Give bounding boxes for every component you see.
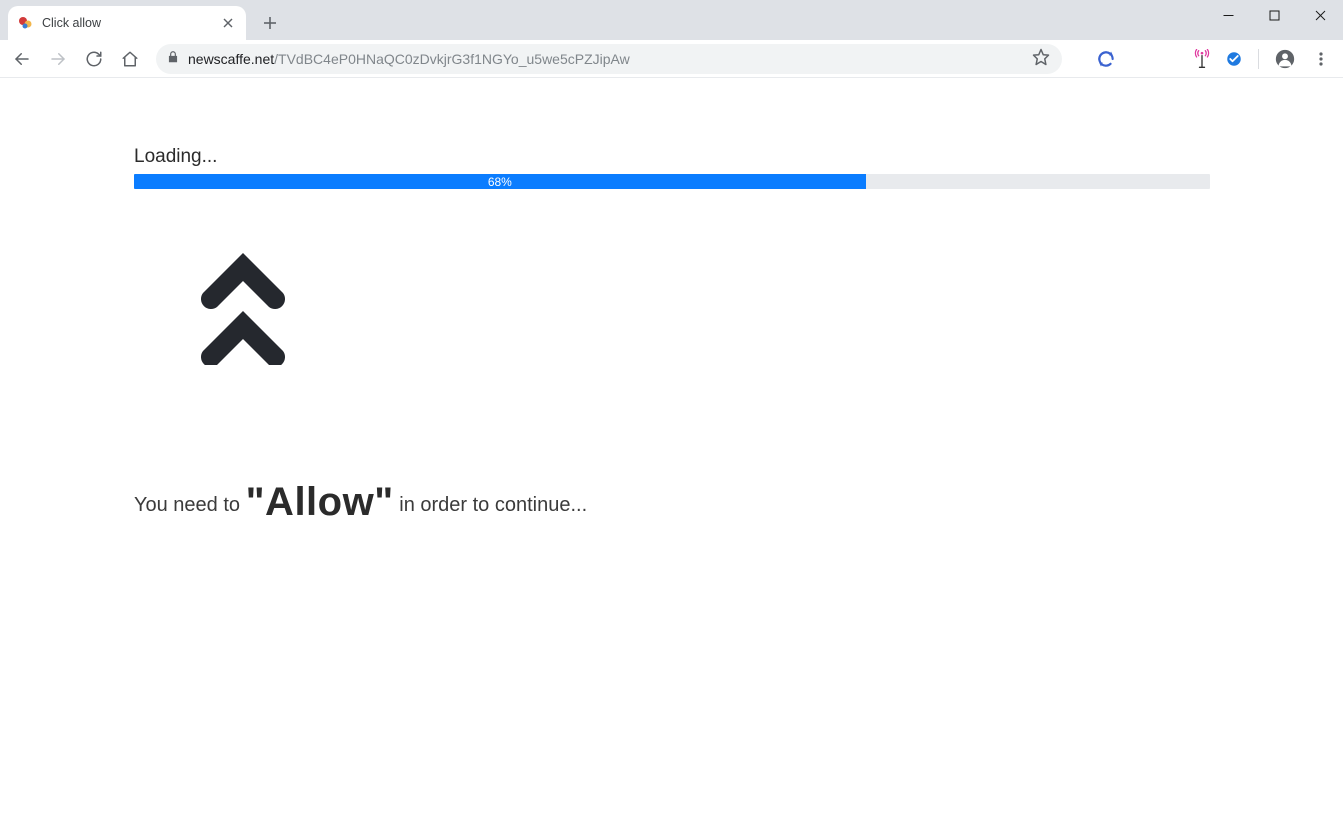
instruction-suffix: in order to continue... — [399, 494, 587, 516]
nav-back-button[interactable] — [6, 43, 38, 75]
tab-close-icon[interactable] — [220, 15, 236, 31]
chrome-menu-button[interactable] — [1305, 43, 1337, 75]
double-chevron-up-icon — [192, 237, 1210, 370]
bookmark-star-icon[interactable] — [1032, 48, 1050, 69]
tab-strip: Click allow — [0, 0, 284, 40]
extension-antenna-icon[interactable] — [1188, 45, 1216, 73]
new-tab-button[interactable] — [256, 9, 284, 37]
address-bar[interactable]: newscaffe.net/TVdBC4eP0HNaQC0zDvkjrG3f1N… — [156, 44, 1062, 74]
page-content: Loading... 68% You need to "Allow" in or… — [0, 78, 1343, 525]
lock-icon — [166, 50, 180, 67]
tab-title: Click allow — [42, 16, 212, 30]
instruction-prefix: You need to — [134, 494, 246, 516]
profile-avatar-icon[interactable] — [1269, 43, 1301, 75]
content-wrap: Loading... 68% You need to "Allow" in or… — [134, 146, 1210, 525]
extension-shield-check-icon[interactable] — [1220, 45, 1248, 73]
extension-refresh-icon[interactable] — [1092, 45, 1120, 73]
window-controls — [1205, 0, 1343, 30]
instruction-text: You need to "Allow" in order to continue… — [134, 480, 1210, 525]
url-path: /TVdBC4eP0HNaQC0zDvkjrG3f1NGYo_u5we5cPZJ… — [274, 51, 630, 67]
tab-favicon-icon — [18, 15, 34, 31]
instruction-allow-word: "Allow" — [246, 480, 394, 524]
nav-home-button[interactable] — [114, 43, 146, 75]
extensions-group — [1072, 45, 1120, 73]
url-domain: newscaffe.net — [188, 51, 274, 67]
window-minimize-button[interactable] — [1205, 0, 1251, 30]
browser-toolbar: newscaffe.net/TVdBC4eP0HNaQC0zDvkjrG3f1N… — [0, 40, 1343, 78]
toolbar-separator — [1258, 49, 1259, 69]
progress-percent-text: 68% — [488, 175, 512, 189]
progress-bar: 68% — [134, 174, 1210, 189]
window-close-button[interactable] — [1297, 0, 1343, 30]
window-maximize-button[interactable] — [1251, 0, 1297, 30]
browser-tab-strip: Click allow — [0, 0, 1343, 40]
nav-forward-button[interactable] — [42, 43, 74, 75]
browser-tab-active[interactable]: Click allow — [8, 6, 246, 40]
loading-label: Loading... — [134, 146, 1210, 168]
progress-bar-fill: 68% — [134, 174, 866, 189]
nav-reload-button[interactable] — [78, 43, 110, 75]
url-text: newscaffe.net/TVdBC4eP0HNaQC0zDvkjrG3f1N… — [188, 51, 630, 67]
